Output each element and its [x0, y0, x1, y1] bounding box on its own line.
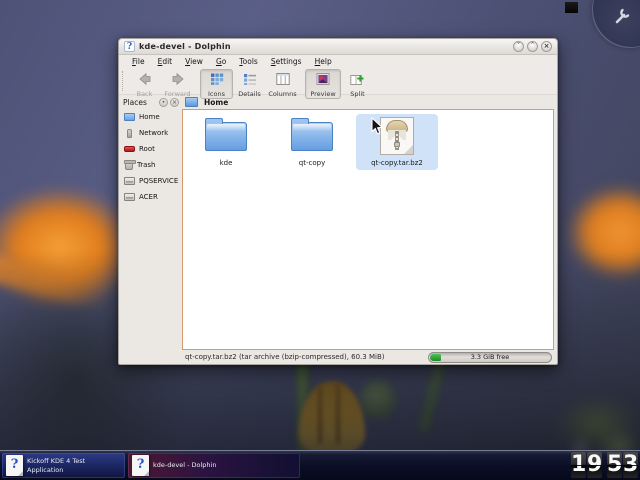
close-button[interactable]: × — [541, 41, 552, 52]
preview-icon — [316, 71, 330, 90]
location-bar[interactable]: Home — [181, 95, 557, 109]
menu-view[interactable]: View — [185, 57, 203, 66]
breadcrumb[interactable]: Home — [204, 98, 228, 107]
back-arrow-icon — [138, 71, 152, 90]
sidebar-item-acer[interactable]: ACER — [119, 189, 181, 205]
taskbar: ? Kickoff KDE 4 Test Application ? kde-d… — [0, 450, 640, 480]
toolbar-handle[interactable] — [122, 71, 125, 91]
sidebar-item-home[interactable]: Home — [119, 109, 181, 125]
mouse-cursor — [371, 117, 383, 140]
places-float-button[interactable]: • — [159, 98, 168, 107]
folder-view[interactable]: kde qt-copy qt-copy.tar.bz2 — [182, 109, 554, 350]
file-item-qt-copy-tar-bz2[interactable]: qt-copy.tar.bz2 — [356, 114, 438, 170]
sidebar-item-pqservice[interactable]: PQSERVICE — [119, 173, 181, 189]
screen-artifact — [565, 2, 578, 13]
dolphin-window: ? kde-devel - Dolphin ˇ ˆ × File Edit Vi… — [118, 38, 558, 365]
status-bar: qt-copy.tar.bz2 (tar archive (bzip-compr… — [181, 350, 557, 364]
menu-tools[interactable]: Tools — [239, 57, 257, 66]
hard-drive-icon — [124, 193, 135, 201]
menubar: File Edit View Go Tools Settings Help — [119, 55, 557, 68]
file-item-qt-copy[interactable]: qt-copy — [271, 114, 353, 170]
clock-digit: 1 — [571, 452, 586, 478]
taskbar-item-dolphin[interactable]: ? kde-devel - Dolphin — [128, 453, 300, 478]
status-text: qt-copy.tar.bz2 (tar archive (bzip-compr… — [185, 353, 384, 361]
split-view-icon — [350, 71, 365, 90]
menu-help[interactable]: Help — [315, 57, 332, 66]
minimize-button[interactable]: ˇ — [513, 41, 524, 52]
question-mark-icon: ? — [132, 455, 149, 476]
disk-capacity-bar: 3.3 GiB free — [428, 352, 552, 363]
menu-file[interactable]: File — [132, 57, 145, 66]
details-view-icon — [243, 71, 257, 90]
sidebar-item-network[interactable]: Network — [119, 125, 181, 141]
free-space-label: 3.3 GiB free — [471, 353, 510, 361]
menu-go[interactable]: Go — [216, 57, 226, 66]
sidebar-item-root[interactable]: Root — [119, 141, 181, 157]
toolbar: Back Forward Icons — [119, 68, 557, 95]
clock-digit: 5 — [607, 452, 622, 478]
archive-icon — [380, 117, 414, 155]
hard-drive-icon — [124, 177, 135, 185]
question-mark-icon: ? — [6, 455, 23, 476]
folder-home-icon — [185, 97, 198, 107]
digital-clock[interactable]: 1 9 5 3 — [571, 452, 638, 478]
folder-icon — [291, 122, 333, 151]
taskbar-item-kickoff[interactable]: ? Kickoff KDE 4 Test Application — [2, 453, 125, 478]
clock-digit: 9 — [587, 452, 602, 478]
app-question-mark-icon: ? — [124, 41, 135, 52]
file-item-kde[interactable]: kde — [185, 114, 267, 170]
menu-settings[interactable]: Settings — [271, 57, 302, 66]
forward-arrow-icon — [171, 71, 185, 90]
places-panel-title: Places — [123, 98, 147, 107]
desktop: ? kde-devel - Dolphin ˇ ˆ × File Edit Vi… — [0, 0, 640, 480]
places-close-button[interactable]: × — [170, 98, 179, 107]
root-drive-icon — [124, 146, 135, 152]
folder-home-icon — [124, 113, 135, 121]
columns-view-icon — [276, 71, 290, 90]
network-icon — [127, 129, 132, 138]
maximize-button[interactable]: ˆ — [527, 41, 538, 52]
folder-icon — [205, 122, 247, 151]
window-title: kde-devel - Dolphin — [139, 42, 231, 51]
places-panel: Places • × Home Network Root — [119, 95, 181, 364]
titlebar[interactable]: ? kde-devel - Dolphin ˇ ˆ × — [119, 39, 557, 55]
sidebar-item-trash[interactable]: Trash — [119, 157, 181, 173]
capacity-fill — [430, 354, 441, 361]
clock-digit: 3 — [623, 452, 638, 478]
trash-icon — [125, 161, 133, 170]
icons-view-icon — [210, 71, 224, 90]
menu-edit[interactable]: Edit — [158, 57, 173, 66]
